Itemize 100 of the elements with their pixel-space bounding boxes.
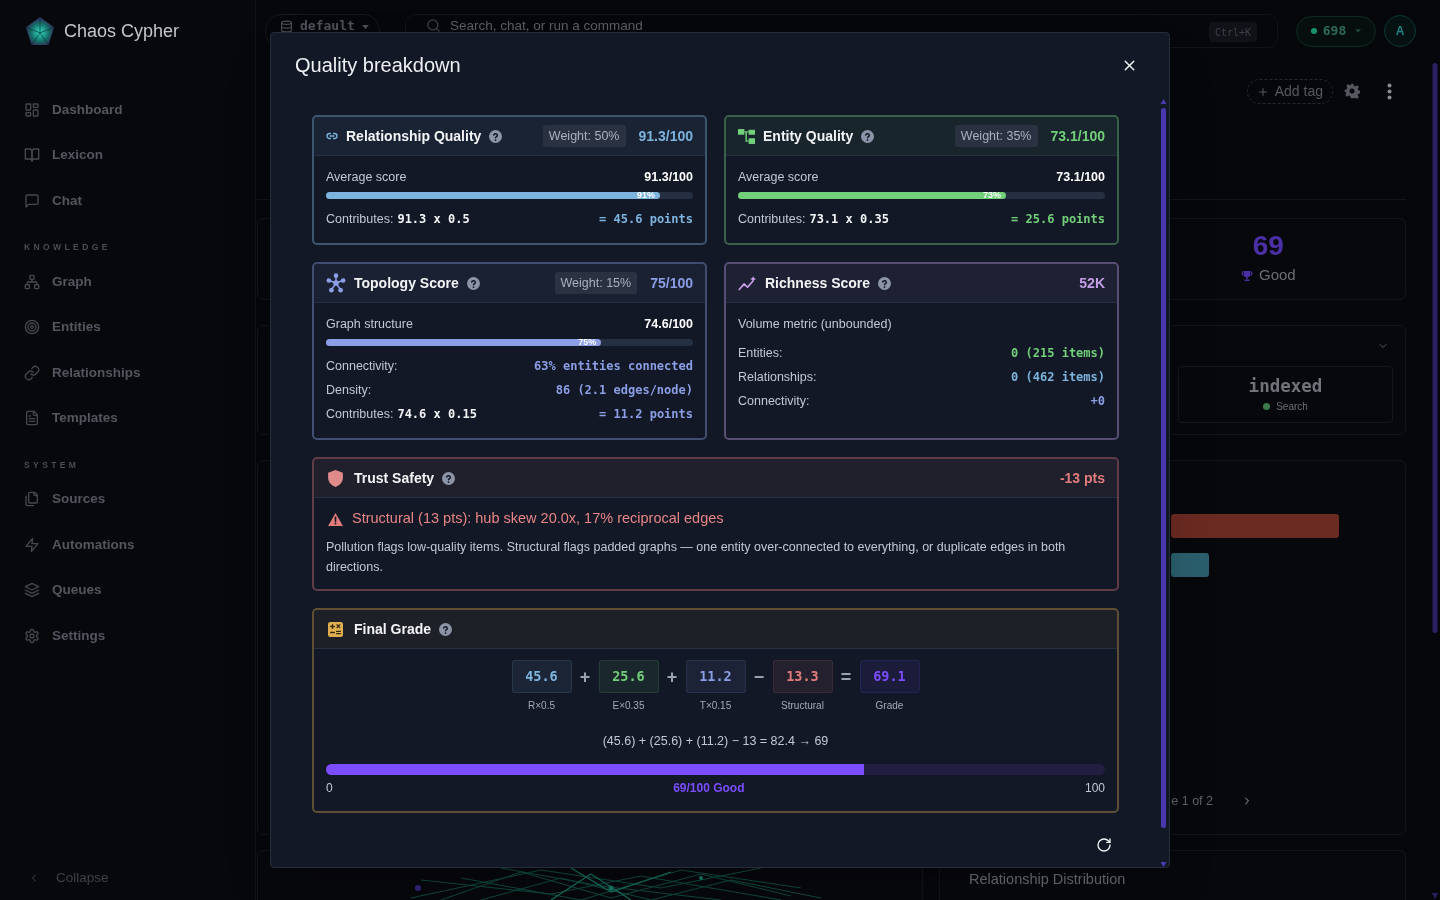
metric-value: 91.3/100 [644,168,693,186]
term-label: T×0.15 [699,700,732,712]
refresh-icon[interactable] [1096,837,1112,853]
nav-item[interactable]: Settings [0,613,255,659]
card-title: Richness Score [765,273,871,293]
card-title: Topology Score [354,273,459,293]
operator-sign: + [579,666,591,687]
nav-item[interactable]: Automations [0,522,255,568]
section-heading: KNOWLEDGE [24,242,111,252]
scrollbar[interactable] [1160,99,1167,867]
metric-label: Relationships: [738,368,817,386]
hierarchy-icon [738,128,755,144]
term-value: 13.3 [772,660,833,693]
score-value: -13 pts [1059,468,1105,488]
formula-text: 91.3 x 0.5 [397,211,470,228]
metric-label: Connectivity: [326,357,398,375]
section-heading: SYSTEM [24,459,80,470]
points-value: = 45.6 points [599,211,693,228]
weight-badge: Weight: 15% [554,272,638,294]
term-value: 69.1 [859,660,920,693]
document-icon [24,410,40,427]
metric-label: Density: [326,381,372,399]
term-label: R×0.5 [528,700,555,712]
term-label: Structural [781,700,824,712]
metric-value: 0 (462 items) [1011,369,1105,386]
status-value: indexed [1248,375,1323,396]
link-icon [326,130,338,142]
nav-item[interactable]: Relationships [0,350,255,396]
formula-text: 73.1 x 0.35 [809,211,889,228]
network-nodes-icon [326,273,346,293]
trophy-icon [1241,269,1253,282]
score-value: 75/100 [650,273,693,293]
help-icon [442,471,456,485]
nav-item[interactable]: Entities [0,304,255,350]
scale-label: 0 [326,780,333,797]
pagination-text: e 1 of 2 [1171,793,1213,810]
brand-name: Chaos Cypher [64,19,180,43]
database-icon [280,20,293,33]
help-icon [861,129,875,143]
nav-item[interactable]: Templates [0,395,255,441]
settings-icon[interactable] [1344,83,1360,99]
card-title: Entity Quality [763,126,854,146]
search-icon [426,18,441,33]
caret-icon [1355,29,1362,33]
collapse-button[interactable]: Collapse [0,856,255,900]
logo-icon [25,16,55,46]
status-label: Search [1276,399,1308,414]
shield-icon [328,469,343,487]
status-dot-icon [1310,28,1317,34]
files-icon [24,491,40,508]
link-icon [24,364,40,381]
term-value: 11.2 [685,660,746,693]
percent-label: 73% [982,191,1001,200]
book-icon [24,147,40,164]
help-icon [878,276,892,290]
search-input[interactable]: Search, chat, or run a command [450,18,1200,34]
term-label: Grade [875,700,904,712]
metric-label: Contributes: [738,210,806,228]
nav-item[interactable]: Queues [0,567,255,613]
term-value: 45.6 [511,660,572,693]
metric-label: Average score [326,168,407,186]
metric-label: Average score [738,168,819,186]
metric-value: 0 (215 items) [1011,345,1105,362]
warning-icon [328,512,343,526]
lightning-icon [24,536,40,553]
more-icon[interactable] [1387,83,1392,100]
score-value: 69 [1252,231,1284,262]
warning-text: Structural (13 pts): hub skew 20.0x, 17% reciprocal edges [352,509,724,529]
grade-label: 69/100 Good [673,780,745,797]
nav-item[interactable]: Graph [0,259,255,305]
points-value: = 25.6 points [1011,211,1105,228]
nav-item[interactable]: Chat [0,178,255,224]
card-title: Trust Safety [354,468,435,488]
nav-item[interactable]: Dashboard [0,87,255,133]
calculator-icon [328,621,343,637]
formula-text: 74.6 x 0.15 [397,406,477,423]
term-label: E×0.35 [612,700,645,712]
chat-bubble-icon [24,192,40,209]
trend-sparkle-icon [738,275,757,291]
metric-label: Entities: [738,344,783,362]
dialog-title: Quality breakdown [295,53,461,78]
operator-sign: − [753,666,765,687]
metric-label: Graph structure [326,315,413,333]
score-value: 73.1/100 [1050,126,1105,146]
points-value: = 11.2 points [599,406,693,423]
avatar-button[interactable]: A [1384,15,1416,47]
credits-button[interactable]: 698 [1296,15,1376,47]
card-title: Relationship Quality [346,126,482,146]
status-dot-icon [1263,402,1271,410]
score-value: 91.3/100 [638,126,693,146]
caret-icon [361,25,369,29]
help-icon [466,276,480,290]
nav-item[interactable]: Lexicon [0,132,255,178]
scale-label: 100 [1084,780,1105,797]
hierarchy-icon [24,273,40,290]
plus-icon [1256,85,1269,98]
weight-badge: Weight: 35% [954,125,1038,147]
scrollbar[interactable] [1432,63,1438,899]
nav-item[interactable]: Sources [0,476,255,522]
metric-value: 73.1/100 [1056,168,1105,186]
